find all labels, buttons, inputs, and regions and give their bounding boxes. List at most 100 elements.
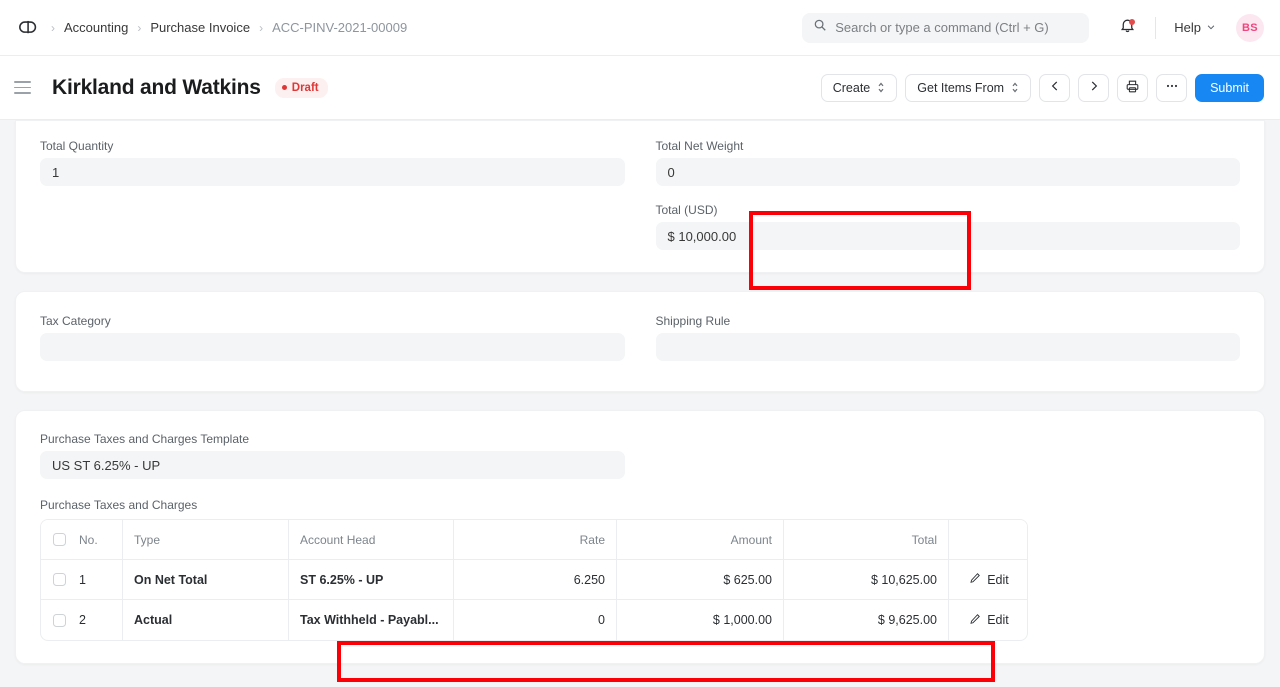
select-arrows-icon [877,81,885,94]
chevron-left-icon [1048,79,1062,96]
total-quantity-label: Total Quantity [40,139,625,153]
navbar-right-cluster: Help BS [802,0,1264,55]
more-options-button[interactable] [1156,74,1187,102]
row-cell-total[interactable]: $ 9,625.00 [784,600,949,640]
ellipsis-icon [1164,78,1180,97]
help-label: Help [1174,20,1201,35]
row-edit-label: Edit [987,613,1009,627]
avatar[interactable]: BS [1236,14,1264,42]
field-total-net-weight: Total Net Weight 0 [656,139,1241,186]
select-all-checkbox[interactable] [53,533,66,546]
get-items-from-button[interactable]: Get Items From [905,74,1031,102]
header-cell-actions [949,520,1028,559]
taxes-and-charges-table: No. Type Account Head Rate Amount Total … [40,519,1028,641]
previous-document-button[interactable] [1039,74,1070,102]
row-cell-rate[interactable]: 0 [454,600,617,640]
create-label: Create [833,81,871,95]
row-edit-button[interactable]: Edit [949,560,1028,599]
notification-unread-dot [1129,19,1135,25]
header-cell-type[interactable]: Type [123,520,289,559]
tax-category-input[interactable] [40,333,625,361]
shipping-rule-input[interactable] [656,333,1241,361]
totals-grid: Total Quantity 1 Total Net Weight 0 Tota… [40,139,1240,250]
breadcrumb-separator: › [51,21,55,35]
search-input[interactable] [835,20,1078,35]
chevron-right-icon [1087,79,1101,96]
row-cell-rate[interactable]: 6.250 [454,560,617,599]
form-scroll-area[interactable]: Total Quantity 1 Total Net Weight 0 Tota… [0,120,1280,687]
print-button[interactable] [1117,74,1148,102]
status-badge: Draft [275,78,328,98]
row-index-label: 2 [79,613,86,627]
create-button[interactable]: Create [821,74,898,102]
header-cell-no: No. [41,520,123,559]
row-checkbox[interactable] [53,573,66,586]
page-header: Kirkland and Watkins Draft Create Get It… [0,56,1280,120]
header-label-no: No. [79,533,98,547]
taxes-template-label: Purchase Taxes and Charges Template [40,432,625,446]
header-cell-amount[interactable]: Amount [617,520,784,559]
header-cell-rate[interactable]: Rate [454,520,617,559]
row-cell-type[interactable]: Actual [123,600,289,640]
notifications-button[interactable] [1111,12,1143,44]
header-cell-account-head[interactable]: Account Head [289,520,454,559]
row-index-label: 1 [79,573,86,587]
total-quantity-input[interactable]: 1 [40,158,625,186]
row-cell-account-head[interactable]: Tax Withheld - Payabl... [289,600,454,640]
hamburger-menu-icon[interactable] [14,75,40,101]
row-cell-no: 1 [41,560,123,599]
total-net-weight-input[interactable]: 0 [656,158,1241,186]
breadcrumb-item-purchase-invoice[interactable]: Purchase Invoice [144,17,256,38]
tax-category-grid: Tax Category Shipping Rule [40,314,1240,361]
status-dot-icon [282,85,287,90]
get-items-from-label: Get Items From [917,81,1004,95]
table-row[interactable]: 1 On Net Total ST 6.25% - UP 6.250 $ 625… [41,560,1027,600]
table-row[interactable]: 2 Actual Tax Withheld - Payabl... 0 $ 1,… [41,600,1027,640]
top-navbar: › Accounting › Purchase Invoice › ACC-PI… [0,0,1280,56]
submit-button[interactable]: Submit [1195,74,1264,102]
chevron-down-icon [1206,20,1216,35]
field-total-usd: Total (USD) $ 10,000.00 [656,203,1241,250]
row-cell-amount[interactable]: $ 625.00 [617,560,784,599]
row-cell-type[interactable]: On Net Total [123,560,289,599]
field-total-quantity: Total Quantity 1 [40,139,625,250]
next-document-button[interactable] [1078,74,1109,102]
field-taxes-template: Purchase Taxes and Charges Template US S… [40,432,625,479]
total-net-weight-label: Total Net Weight [656,139,1241,153]
field-shipping-rule: Shipping Rule [656,314,1241,361]
status-label: Draft [292,82,319,94]
row-edit-button[interactable]: Edit [949,600,1028,640]
breadcrumb-item-current-doc: ACC-PINV-2021-00009 [266,17,413,38]
row-edit-label: Edit [987,573,1009,587]
navbar-divider [1155,17,1156,39]
taxes-grid-label: Purchase Taxes and Charges [40,498,1240,512]
page-actions: Create Get Items From [821,56,1264,119]
breadcrumb-item-accounting[interactable]: Accounting [58,17,134,38]
help-menu-button[interactable]: Help [1168,16,1222,39]
taxes-and-charges-section-card: Purchase Taxes and Charges Template US S… [15,410,1265,664]
shipping-rule-label: Shipping Rule [656,314,1241,328]
breadcrumb-separator: › [137,21,141,35]
total-usd-input[interactable]: $ 10,000.00 [656,222,1241,250]
submit-label: Submit [1210,81,1249,95]
frappe-cloud-logo-icon[interactable] [14,13,44,43]
row-cell-account-head[interactable]: ST 6.25% - UP [289,560,454,599]
right-totals-column: Total Net Weight 0 Total (USD) $ 10,000.… [656,139,1241,250]
row-cell-amount[interactable]: $ 1,000.00 [617,600,784,640]
template-grid: Purchase Taxes and Charges Template US S… [40,432,1240,479]
breadcrumb-separator: › [259,21,263,35]
table-header-row: No. Type Account Head Rate Amount Total [41,520,1027,560]
tax-category-section-card: Tax Category Shipping Rule [15,291,1265,392]
select-arrows-icon [1011,81,1019,94]
search-icon [813,18,827,37]
row-checkbox[interactable] [53,614,66,627]
taxes-template-input[interactable]: US ST 6.25% - UP [40,451,625,479]
totals-section-card: Total Quantity 1 Total Net Weight 0 Tota… [15,120,1265,273]
total-usd-label: Total (USD) [656,203,1241,217]
row-cell-no: 2 [41,600,123,640]
page-title: Kirkland and Watkins [52,76,261,100]
field-tax-category: Tax Category [40,314,625,361]
row-cell-total[interactable]: $ 10,625.00 [784,560,949,599]
header-cell-total[interactable]: Total [784,520,949,559]
global-search[interactable] [802,13,1089,43]
